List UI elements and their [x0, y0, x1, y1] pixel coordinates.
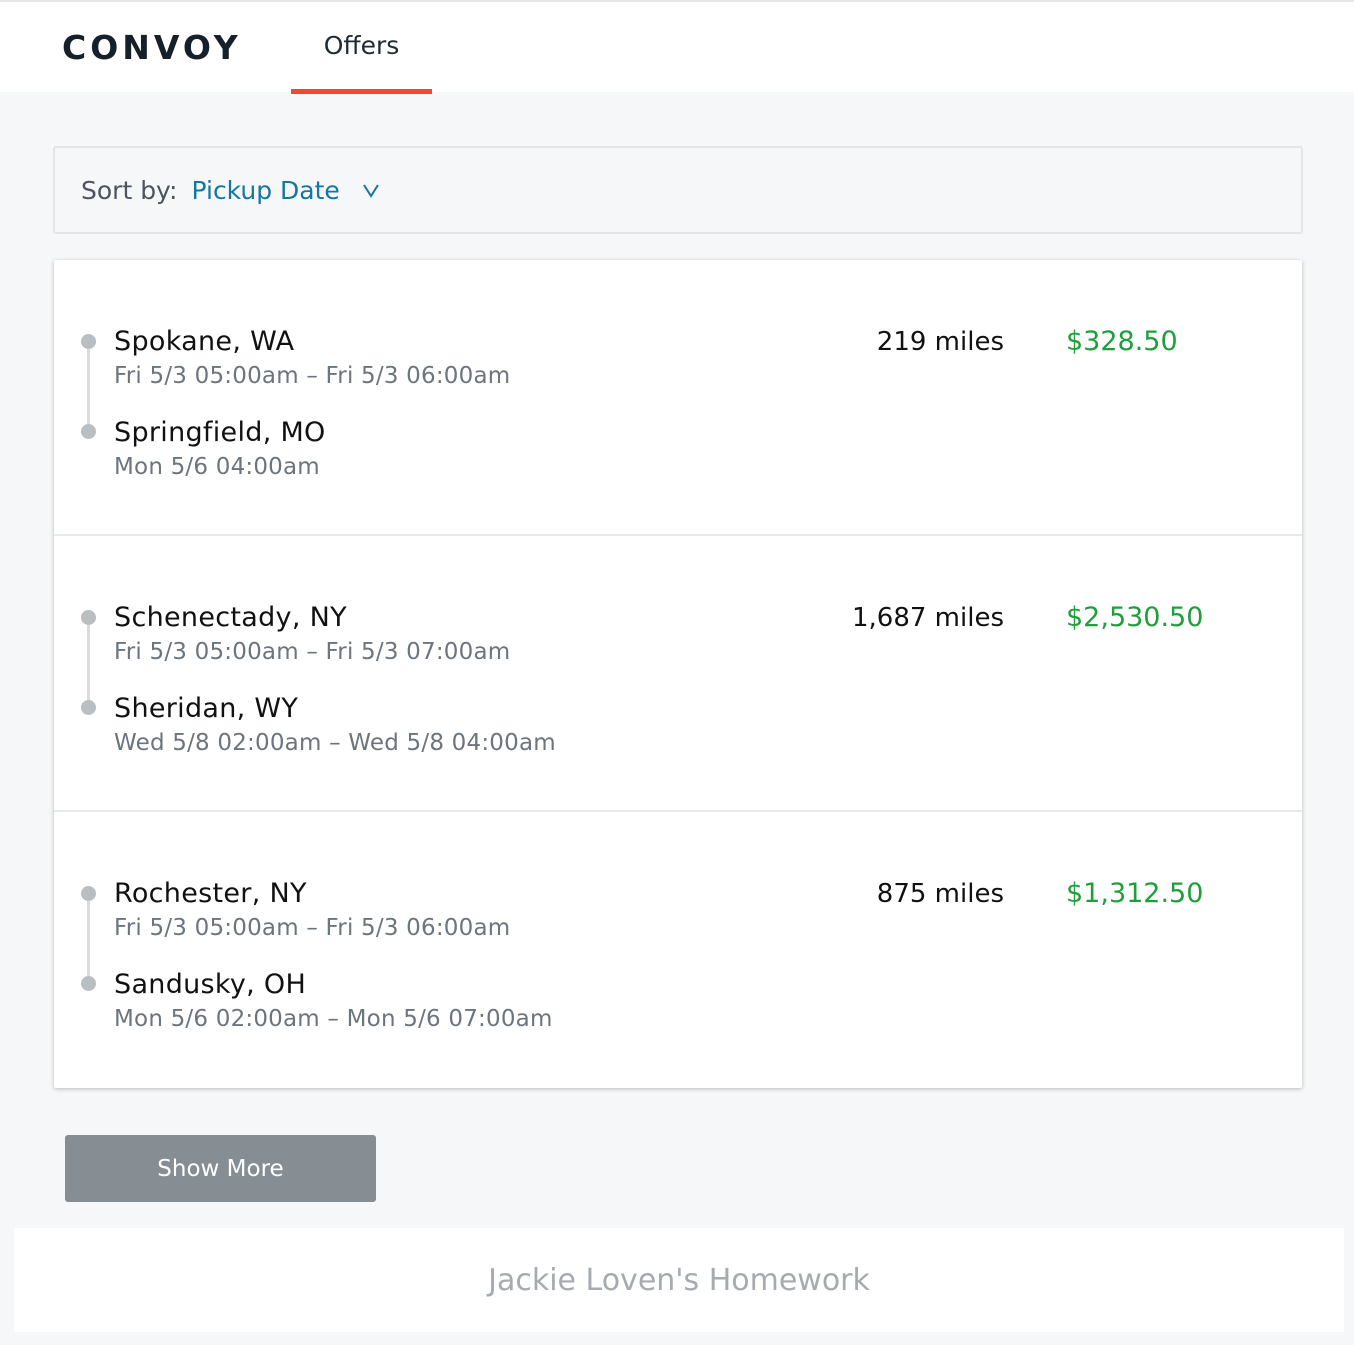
destination-time: Mon 5/6 04:00am	[114, 454, 320, 480]
offer-card[interactable]: Rochester, NY Fri 5/3 05:00am – Fri 5/3 …	[54, 812, 1302, 1088]
top-nav: CONVOY Offers	[0, 0, 1354, 94]
origin-city: Rochester, NY	[114, 878, 307, 909]
convoy-logo[interactable]: CONVOY	[62, 30, 242, 66]
origin-dot-icon	[81, 610, 96, 625]
origin-dot-icon	[81, 886, 96, 901]
show-more-button[interactable]: Show More	[65, 1135, 376, 1202]
route-line	[87, 342, 90, 432]
sort-dropdown[interactable]: Pickup Date	[191, 176, 379, 205]
sort-selected-value: Pickup Date	[191, 175, 340, 205]
page: CONVOY Offers Sort by: Pickup Date Spoka…	[0, 0, 1354, 1345]
destination-dot-icon	[81, 424, 96, 439]
footer-text: Jackie Loven's Homework	[488, 1262, 870, 1298]
offer-miles: 219 miles	[876, 327, 1004, 357]
sort-bar: Sort by: Pickup Date	[53, 146, 1303, 234]
origin-time: Fri 5/3 05:00am – Fri 5/3 06:00am	[114, 363, 511, 389]
offer-card[interactable]: Spokane, WA Fri 5/3 05:00am – Fri 5/3 06…	[54, 260, 1302, 536]
offer-price: $2,530.50	[1066, 602, 1204, 633]
origin-city: Spokane, WA	[114, 326, 295, 357]
destination-city: Sandusky, OH	[114, 969, 307, 1000]
destination-city: Sheridan, WY	[114, 693, 299, 724]
destination-time: Mon 5/6 02:00am – Mon 5/6 07:00am	[114, 1006, 553, 1032]
offer-price: $1,312.50	[1066, 878, 1204, 909]
destination-dot-icon	[81, 976, 96, 991]
footer: Jackie Loven's Homework	[14, 1228, 1344, 1332]
tab-offers-label: Offers	[323, 30, 400, 60]
offers-list: Spokane, WA Fri 5/3 05:00am – Fri 5/3 06…	[54, 260, 1302, 1088]
sort-label: Sort by:	[81, 175, 178, 205]
offer-card[interactable]: Schenectady, NY Fri 5/3 05:00am – Fri 5/…	[54, 536, 1302, 812]
route-line	[87, 894, 90, 984]
tab-offers[interactable]: Offers	[291, 2, 432, 94]
destination-city: Springfield, MO	[114, 417, 326, 448]
chevron-down-icon	[362, 184, 379, 198]
route-line	[87, 618, 90, 708]
origin-dot-icon	[81, 334, 96, 349]
offer-miles: 875 miles	[876, 879, 1004, 909]
offer-miles: 1,687 miles	[851, 603, 1004, 633]
origin-city: Schenectady, NY	[114, 602, 347, 633]
offer-price: $328.50	[1066, 326, 1178, 357]
origin-time: Fri 5/3 05:00am – Fri 5/3 06:00am	[114, 915, 511, 941]
destination-dot-icon	[81, 700, 96, 715]
origin-time: Fri 5/3 05:00am – Fri 5/3 07:00am	[114, 639, 511, 665]
destination-time: Wed 5/8 02:00am – Wed 5/8 04:00am	[114, 730, 556, 756]
